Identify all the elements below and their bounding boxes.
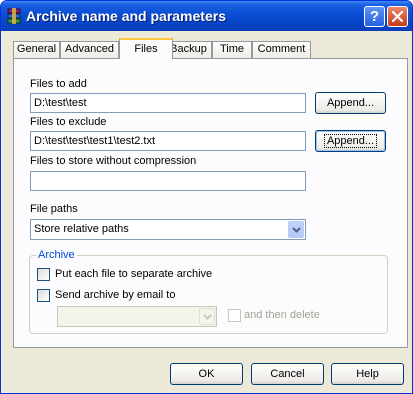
file-paths-select[interactable]: Store relative paths bbox=[30, 219, 306, 240]
close-icon bbox=[391, 10, 404, 23]
tab-files[interactable]: Files bbox=[119, 38, 173, 59]
help-button[interactable]: Help bbox=[331, 363, 404, 385]
no-compression-label: Files to store without compression bbox=[30, 155, 197, 167]
then-delete-checkbox[interactable] bbox=[228, 309, 241, 322]
archive-dialog: Archive name and parameters ? General Ad… bbox=[0, 0, 413, 394]
no-compression-input[interactable] bbox=[30, 171, 306, 191]
tab-comment[interactable]: Comment bbox=[252, 41, 311, 58]
tab-general[interactable]: General bbox=[13, 41, 60, 58]
winrar-books-icon bbox=[7, 8, 21, 24]
files-to-add-input[interactable]: D:\test\test bbox=[30, 93, 306, 113]
file-paths-dropdown-button[interactable] bbox=[288, 221, 304, 238]
email-dropdown-button[interactable] bbox=[199, 308, 215, 325]
file-paths-selected: Store relative paths bbox=[34, 223, 129, 235]
question-mark-icon: ? bbox=[369, 8, 380, 25]
title-help-button[interactable]: ? bbox=[364, 6, 385, 27]
chevron-down-icon bbox=[292, 227, 301, 233]
chevron-down-icon bbox=[203, 314, 212, 320]
tab-advanced[interactable]: Advanced bbox=[60, 41, 119, 58]
ok-button[interactable]: OK bbox=[170, 363, 243, 385]
file-paths-label: File paths bbox=[30, 203, 78, 215]
separate-archive-checkbox[interactable] bbox=[37, 268, 50, 281]
cancel-button[interactable]: Cancel bbox=[251, 363, 324, 385]
window-title: Archive name and parameters bbox=[26, 8, 226, 24]
title-bar[interactable]: Archive name and parameters ? bbox=[1, 1, 412, 31]
files-to-add-append-button[interactable]: Append... bbox=[315, 92, 386, 114]
then-delete-label: and then delete bbox=[244, 309, 320, 321]
files-to-exclude-input[interactable]: D:\test\test\test1\test2.txt bbox=[30, 131, 306, 151]
files-to-exclude-label: Files to exclude bbox=[30, 116, 107, 128]
files-to-exclude-append-button[interactable]: Append... bbox=[315, 130, 386, 152]
files-to-add-label: Files to add bbox=[30, 78, 87, 90]
archive-group-title: Archive bbox=[36, 249, 77, 261]
email-address-combo[interactable] bbox=[57, 306, 217, 327]
title-close-button[interactable] bbox=[387, 6, 408, 27]
separate-archive-label: Put each file to separate archive bbox=[55, 268, 213, 280]
send-email-label: Send archive by email to bbox=[55, 289, 176, 301]
send-email-checkbox[interactable] bbox=[37, 289, 50, 302]
tab-time[interactable]: Time bbox=[212, 41, 252, 58]
